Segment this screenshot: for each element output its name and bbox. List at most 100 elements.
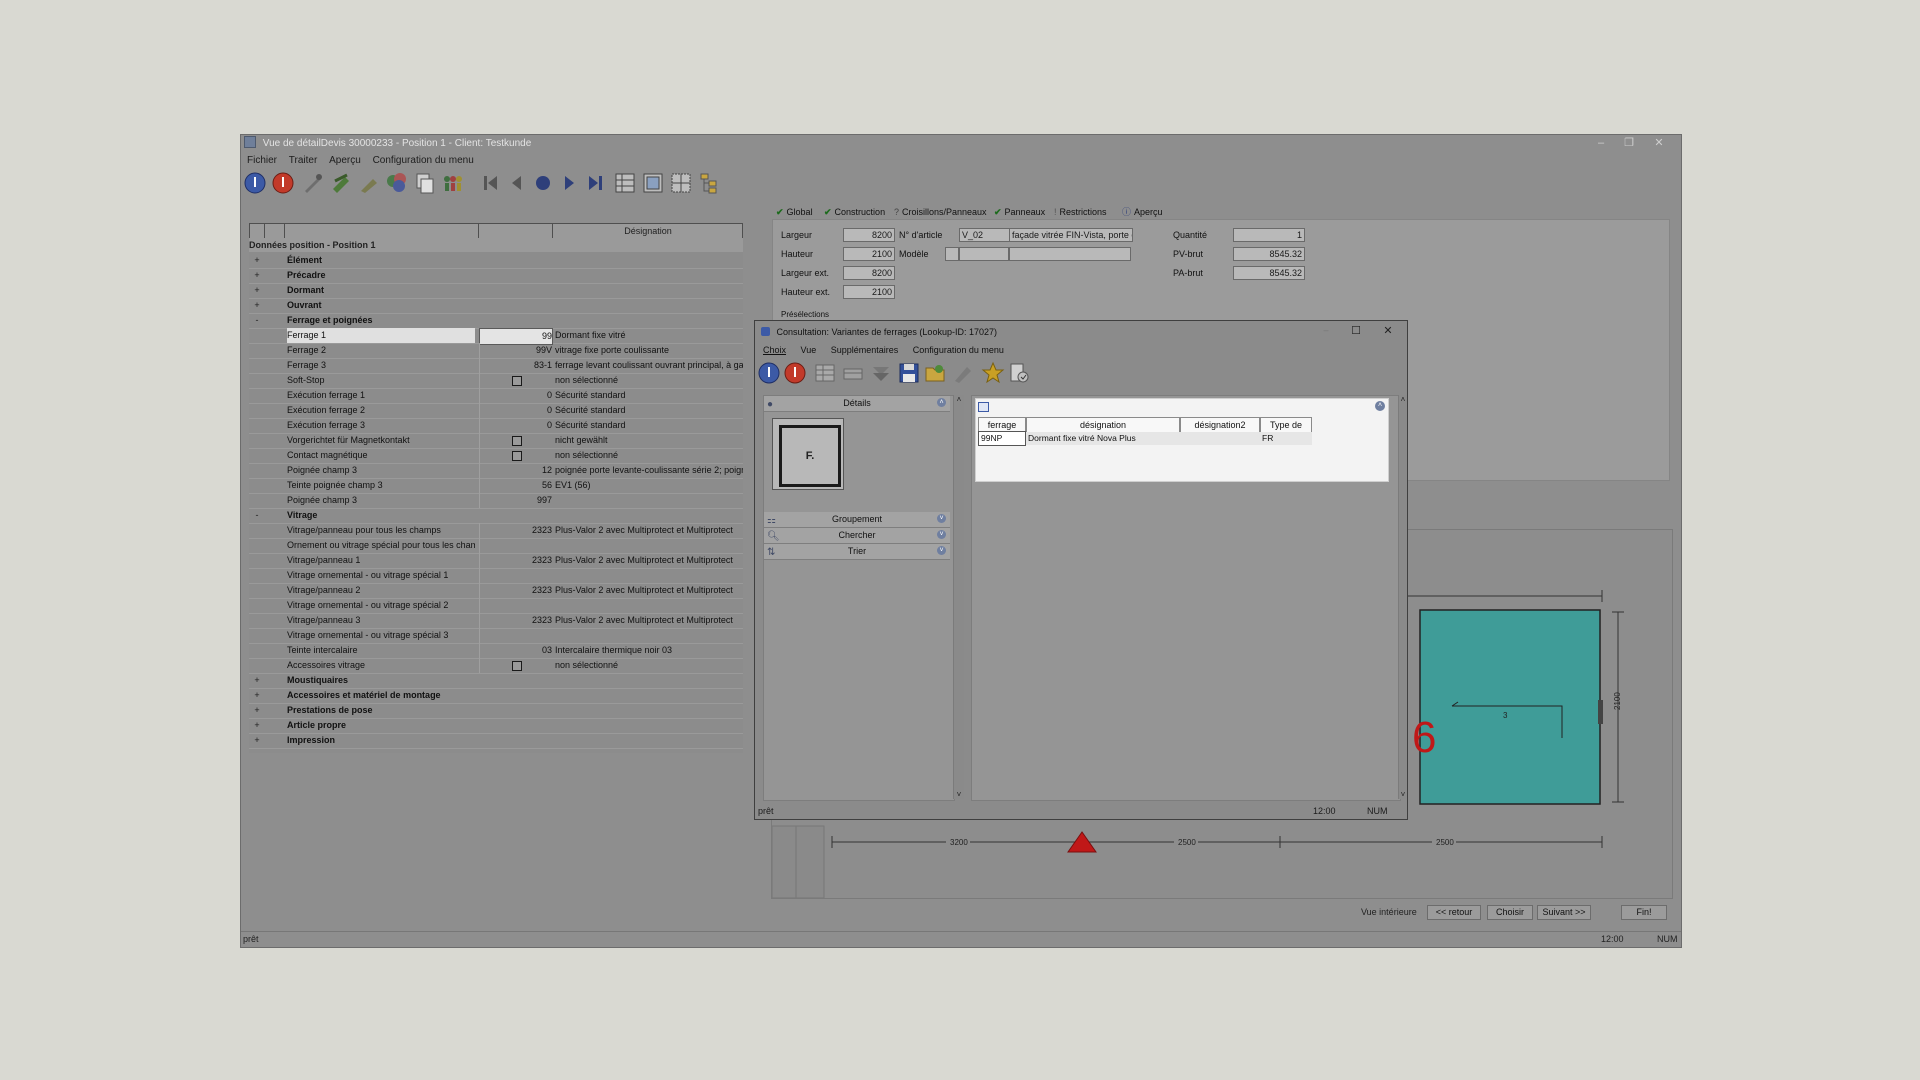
- scroll-up-icon[interactable]: ˄: [954, 395, 964, 404]
- designation-column-header[interactable]: Désignation: [553, 224, 743, 238]
- table-row[interactable]: Teinte poignée champ 3 56 EV1 (56): [249, 478, 743, 494]
- tree-group-row[interactable]: + Précadre: [249, 268, 743, 284]
- row-checkbox[interactable]: [512, 376, 522, 386]
- structure-button[interactable]: [697, 171, 721, 195]
- dialog-table-button[interactable]: [813, 361, 837, 385]
- row-value[interactable]: 2323: [479, 613, 552, 628]
- layout-2-button[interactable]: [641, 171, 665, 195]
- row-value[interactable]: 0: [479, 403, 552, 418]
- dialog-save-button[interactable]: [897, 361, 921, 385]
- dialog-maximize-button[interactable]: ☐: [1345, 324, 1367, 337]
- scroll-down-icon[interactable]: ˅: [1399, 790, 1407, 799]
- menu-choix[interactable]: Choix: [759, 345, 790, 355]
- table-row[interactable]: Contact magnétique non sélectionné: [249, 448, 743, 464]
- table-row[interactable]: Vitrage ornemental - ou vitrage spécial …: [249, 598, 743, 614]
- tree-group-row[interactable]: - Ferrage et poignées: [249, 313, 743, 329]
- table-row[interactable]: Vitrage ornemental - ou vitrage spécial …: [249, 628, 743, 644]
- back-button[interactable]: << retour: [1427, 905, 1481, 920]
- menu-vue[interactable]: Vue: [797, 345, 821, 355]
- table-row[interactable]: Vitrage/panneau pour tous les champs 2323…: [249, 523, 743, 539]
- row-value[interactable]: 0: [479, 418, 552, 433]
- row-value[interactable]: 12: [479, 463, 552, 478]
- cell-ferrage[interactable]: 99NP: [978, 431, 1026, 446]
- column-header-designation[interactable]: désignation: [1026, 417, 1180, 433]
- row-checkbox[interactable]: [512, 661, 522, 671]
- row-value[interactable]: [479, 538, 552, 553]
- row-checkbox[interactable]: [512, 436, 522, 446]
- tab-restrictions[interactable]: ! Restrictions: [1054, 205, 1107, 219]
- table-row[interactable]: Teinte intercalaire 03 Intercalaire thermi…: [249, 643, 743, 659]
- menu-configuration[interactable]: Configuration du menu: [370, 154, 477, 168]
- dialog-stop-button[interactable]: [783, 361, 807, 385]
- details-section[interactable]: ● Détails ˄: [764, 396, 950, 412]
- dialog-document-button[interactable]: [1007, 361, 1031, 385]
- table-row[interactable]: Accessoires vitrage non sélectionné: [249, 658, 743, 674]
- table-row[interactable]: Ferrage 1 99 Dormant fixe vitré: [249, 328, 743, 345]
- expand-toggle-icon[interactable]: +: [251, 719, 263, 731]
- row-value[interactable]: [479, 433, 552, 448]
- dialog-favorite-button[interactable]: [981, 361, 1005, 385]
- table-row[interactable]: Ferrage 3 83-1 ferrage levant coulissant o…: [249, 358, 743, 374]
- table-row[interactable]: Vorgerichtet für Magnetkontakt nicht gewä…: [249, 433, 743, 449]
- next-button[interactable]: [557, 171, 581, 195]
- finish-button[interactable]: Fin!: [1621, 905, 1667, 920]
- tab-apercu[interactable]: ⓘ Aperçu: [1122, 205, 1163, 219]
- collapse-icon[interactable]: ˄: [1375, 401, 1385, 411]
- tab-croisillons[interactable]: ? Croisillons/Panneaux: [894, 205, 987, 219]
- expand-toggle-icon[interactable]: +: [251, 284, 263, 296]
- people-button[interactable]: [441, 171, 465, 195]
- largeur-ext-field[interactable]: 8200: [843, 266, 895, 280]
- row-value[interactable]: [479, 598, 552, 613]
- tree-group-row[interactable]: + Dormant: [249, 283, 743, 299]
- hauteur-field[interactable]: 2100: [843, 247, 895, 261]
- tree-group-row[interactable]: + Impression: [249, 733, 743, 749]
- table-row[interactable]: Exécution ferrage 3 0 Sécurité standard: [249, 418, 743, 434]
- colors-button[interactable]: [385, 171, 409, 195]
- results-scrollbar[interactable]: ˄ ˅: [1398, 395, 1407, 799]
- tree-group-row[interactable]: + Accessoires et matériel de montage: [249, 688, 743, 704]
- dialog-info-button[interactable]: [757, 361, 781, 385]
- layout-1-button[interactable]: [613, 171, 637, 195]
- layout-3-button[interactable]: [669, 171, 693, 195]
- row-value[interactable]: [479, 568, 552, 583]
- row-value[interactable]: 0: [479, 388, 552, 403]
- tree-group-row[interactable]: + Moustiquaires: [249, 673, 743, 689]
- tree-group-row[interactable]: - Vitrage: [249, 508, 743, 524]
- minimize-button[interactable]: –: [1587, 135, 1615, 152]
- dialog-open-button[interactable]: [923, 361, 947, 385]
- menu-fichier[interactable]: Fichier: [244, 154, 280, 168]
- cell-designation2[interactable]: [1180, 432, 1258, 445]
- edit-green-button[interactable]: [329, 171, 353, 195]
- row-value[interactable]: [479, 448, 552, 463]
- tab-construction[interactable]: ✔ Construction: [824, 205, 885, 219]
- expand-toggle-icon[interactable]: -: [251, 314, 263, 326]
- tree-group-row[interactable]: + Prestations de pose: [249, 703, 743, 719]
- hauteur-ext-field[interactable]: 2100: [843, 285, 895, 299]
- dialog-filter-button[interactable]: [869, 361, 893, 385]
- menu-traiter[interactable]: Traiter: [286, 154, 321, 168]
- menu-apercu[interactable]: Aperçu: [326, 154, 364, 168]
- expand-toggle-icon[interactable]: +: [251, 689, 263, 701]
- tree-group-row[interactable]: + Ouvrant: [249, 298, 743, 314]
- scroll-down-icon[interactable]: ˅: [954, 790, 964, 799]
- row-value[interactable]: 83-1: [479, 358, 552, 373]
- row-checkbox[interactable]: [512, 451, 522, 461]
- sort-section[interactable]: ⇅ Trier ˅: [764, 544, 950, 560]
- expand-toggle-icon[interactable]: +: [251, 704, 263, 716]
- table-row[interactable]: Vitrage ornemental - ou vitrage spécial …: [249, 568, 743, 584]
- table-row[interactable]: Vitrage/panneau 2 2323 Plus-Valor 2 avec M…: [249, 583, 743, 599]
- tree-group-row[interactable]: + Élément: [249, 253, 743, 269]
- quantite-field[interactable]: 1: [1233, 228, 1305, 242]
- next-step-button[interactable]: Suivant >>: [1537, 905, 1591, 920]
- dialog-minimize-button[interactable]: –: [1315, 325, 1337, 335]
- dialog-close-button[interactable]: ✕: [1377, 324, 1399, 337]
- row-value[interactable]: 03: [479, 643, 552, 658]
- close-button[interactable]: ✕: [1645, 135, 1673, 152]
- table-row[interactable]: Vitrage/panneau 1 2323 Plus-Valor 2 avec M…: [249, 553, 743, 569]
- grouping-section[interactable]: ⚏ Groupement ˅: [764, 512, 950, 528]
- record-button[interactable]: [531, 171, 555, 195]
- search-section[interactable]: 🔍︎ Chercher ˅: [764, 528, 950, 544]
- column-header-designation2[interactable]: désignation2: [1180, 417, 1260, 433]
- table-row[interactable]: Ornement ou vitrage spécial pour tous le…: [249, 538, 743, 554]
- dialog-edit-button[interactable]: [951, 361, 975, 385]
